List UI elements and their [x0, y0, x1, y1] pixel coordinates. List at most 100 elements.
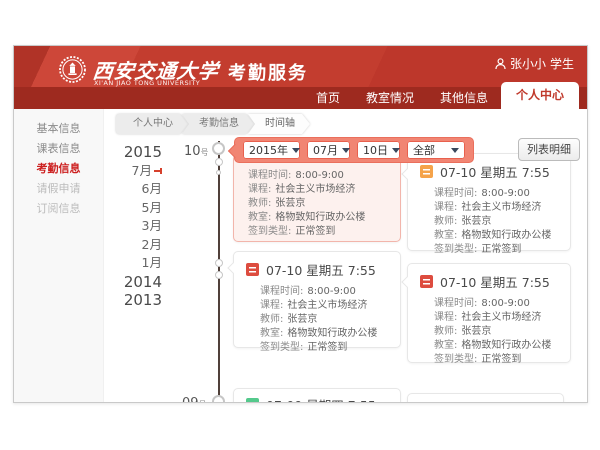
card-field-label: 签到类型: — [434, 354, 477, 365]
day-marker-09[interactable]: 09号 — [182, 396, 207, 403]
card-field-label: 课程时间: — [248, 170, 291, 181]
card-title: 07-10 星期五 7:55 — [440, 272, 550, 291]
card-field-value: 8:00-9:00 — [295, 170, 344, 181]
card-title: 07-10 星期五 7:55 — [440, 162, 550, 181]
red-status-icon — [420, 275, 433, 288]
card-field-value: 张芸京 — [275, 198, 305, 209]
sidebar-item-attendance-info[interactable]: 考勤信息 — [14, 159, 103, 179]
day-select[interactable]: 10日 — [357, 141, 400, 159]
card-field-label: 签到类型: — [248, 226, 291, 237]
nav-item-home[interactable]: 首页 — [303, 87, 353, 109]
type-select[interactable]: 全部 — [407, 141, 465, 159]
card-field-value: 正常签到 — [481, 354, 521, 365]
timeline-year-2015[interactable]: 2015 — [114, 143, 162, 162]
card-field-label: 课程: — [260, 300, 283, 311]
nav-item-other-info[interactable]: 其他信息 — [427, 87, 501, 109]
attendance-card: 07-10 星期五 7:55 课程时间:8:00-9:00 课程:社会主义市场经… — [233, 251, 401, 348]
card-field-label: 教师: — [248, 198, 271, 209]
card-field-value: 社会主义市场经济 — [275, 184, 355, 195]
card-field-label: 教室: — [434, 340, 457, 351]
card-field-value: 8:00-9:00 — [481, 188, 530, 199]
timeline-month-1[interactable]: 1月 — [114, 254, 162, 273]
card-field-value: 正常签到 — [307, 342, 347, 353]
nav-item-classrooms[interactable]: 教室情况 — [353, 87, 427, 109]
current-month-marker — [154, 170, 162, 172]
card-field-label: 课程时间: — [260, 286, 303, 297]
card-field-value: 张芸京 — [461, 216, 491, 227]
sidebar-item-timetable-info[interactable]: 课表信息 — [14, 139, 103, 159]
timeline-node — [212, 142, 225, 155]
card-field-label: 课程时间: — [434, 188, 477, 199]
timeline-node — [215, 271, 223, 279]
chevron-down-icon — [451, 148, 459, 153]
university-emblem-icon — [58, 55, 87, 84]
sidebar: 基本信息 课表信息 考勤信息 请假申请 订阅信息 — [14, 109, 104, 402]
card-field-value: 正常签到 — [481, 244, 521, 255]
user-role: 学生 — [550, 55, 574, 72]
user-name: 张小小 — [510, 55, 546, 72]
attendance-card-partial: 07-09 星期四 7:55 — [233, 388, 401, 403]
service-title: 考勤服务 — [228, 59, 308, 85]
card-field-value: 张芸京 — [287, 314, 317, 325]
timeline-node — [216, 170, 221, 175]
user-account[interactable]: 张小小 学生 — [495, 55, 574, 72]
timeline-month-3[interactable]: 3月 — [114, 217, 162, 236]
card-field-label: 课程时间: — [434, 298, 477, 309]
card-field-label: 课程: — [248, 184, 271, 195]
timeline-scale: 2015 7月 6月 5月 3月 2月 1月 2014 2013 — [114, 143, 162, 310]
card-field-label: 教师: — [434, 216, 457, 227]
timeline-year-2014[interactable]: 2014 — [114, 273, 162, 292]
card-field-value: 正常签到 — [295, 226, 335, 237]
card-field-label: 教室: — [434, 230, 457, 241]
card-field-value: 格物致知行政办公楼 — [287, 328, 377, 339]
university-name-en: XI'AN JIAO TONG UNIVERSITY — [94, 79, 200, 87]
card-field-value: 8:00-9:00 — [481, 298, 530, 309]
sidebar-item-basic-info[interactable]: 基本信息 — [14, 119, 103, 139]
attendance-card: 07-10 星期五 7:55 课程时间: 8:00-9:00 课程: 社会主义市场经… — [407, 153, 571, 251]
breadcrumb-attendance-info[interactable]: 考勤信息 — [182, 114, 254, 134]
sidebar-item-leave-request[interactable]: 请假申请 — [14, 179, 103, 199]
app-header: 西安交通大学 XI'AN JIAO TONG UNIVERSITY 考勤服务 张… — [14, 46, 587, 109]
card-field-value: 社会主义市场经济 — [461, 202, 541, 213]
card-field-label: 教室: — [260, 328, 283, 339]
breadcrumb-personal-center[interactable]: 个人中心 — [116, 114, 188, 134]
card-field-value: 张芸京 — [461, 326, 491, 337]
list-detail-button[interactable]: 列表明细 — [518, 138, 580, 161]
month-select[interactable]: 07月 — [307, 141, 350, 159]
page-background: 西安交通大学 XI'AN JIAO TONG UNIVERSITY 考勤服务 张… — [0, 0, 600, 450]
day-marker-10[interactable]: 10号 — [184, 144, 209, 159]
card-field-value: 格物致知行政办公楼 — [275, 212, 365, 223]
card-field-label: 教师: — [260, 314, 283, 325]
main-nav: 首页 教室情况 其他信息 个人中心 — [303, 82, 579, 109]
attendance-card-partial — [407, 393, 564, 403]
card-field-label: 课程: — [434, 312, 457, 323]
timeline-year-2013[interactable]: 2013 — [114, 291, 162, 310]
timeline-month-7[interactable]: 7月 — [114, 162, 162, 181]
attendance-card-selected: 课程时间: 8:00-9:00 课程: 社会主义市场经济 教师: 张芸京 教室: 格物致… — [233, 154, 401, 242]
chevron-down-icon — [392, 148, 400, 153]
breadcrumb-timeline[interactable]: 时间轴 — [248, 114, 310, 134]
red-status-icon — [246, 263, 259, 276]
orange-status-icon — [420, 165, 433, 178]
app-window: 西安交通大学 XI'AN JIAO TONG UNIVERSITY 考勤服务 张… — [13, 45, 588, 403]
card-field-value: 格物致知行政办公楼 — [461, 340, 551, 351]
timeline-month-5[interactable]: 5月 — [114, 199, 162, 218]
chevron-down-icon — [342, 148, 350, 153]
nav-item-personal-center[interactable]: 个人中心 — [501, 82, 579, 109]
person-icon — [495, 58, 506, 70]
attendance-card: 07-10 星期五 7:55 课程时间: 8:00-9:00 课程: 社会主义市场经… — [407, 263, 571, 363]
green-status-icon — [246, 398, 259, 403]
year-select[interactable]: 2015年 — [243, 141, 300, 159]
card-field-label: 教室: — [248, 212, 271, 223]
card-field-value: 格物致知行政办公楼 — [461, 230, 551, 241]
card-field-value: 社会主义市场经济 — [461, 312, 541, 323]
timeline-month-2[interactable]: 2月 — [114, 236, 162, 255]
card-field-label: 教师: — [434, 326, 457, 337]
card-field-label: 签到类型: — [434, 244, 477, 255]
sidebar-item-subscription-info[interactable]: 订阅信息 — [14, 199, 103, 219]
timeline-month-6[interactable]: 6月 — [114, 180, 162, 199]
card-title: 07-10 星期五 7:55 — [266, 260, 376, 279]
card-field-label: 签到类型: — [260, 342, 303, 353]
filter-bar: 2015年 07月 10日 全部 — [234, 137, 474, 163]
card-field-label: 课程: — [434, 202, 457, 213]
